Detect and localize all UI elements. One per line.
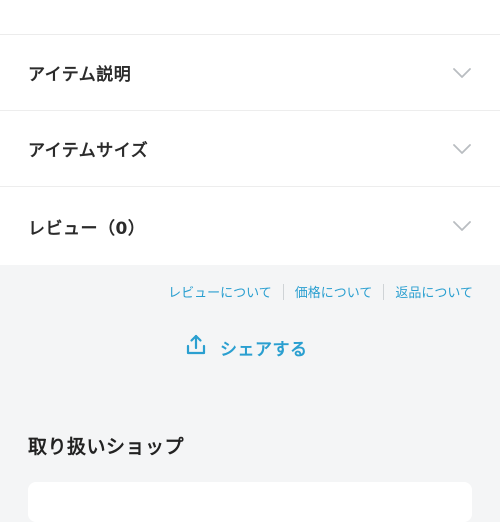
accordion-label: アイテムサイズ — [28, 141, 149, 161]
link-divider — [383, 283, 385, 300]
share-upload-icon — [184, 333, 208, 361]
item-details-accordion: アイテム説明 アイテムサイズ レビュー（0） — [0, 35, 500, 265]
accordion-label: レビュー（0） — [28, 218, 146, 239]
chevron-down-icon — [452, 143, 472, 155]
share-label: シェアする — [220, 339, 308, 360]
shop-section-heading: 取り扱いショップ — [28, 436, 185, 458]
share-button[interactable]: シェアする — [184, 333, 308, 361]
accordion-item-description[interactable]: アイテム説明 — [0, 35, 500, 111]
link-divider — [282, 283, 284, 300]
accordion-item-reviews[interactable]: レビュー（0） — [0, 187, 500, 265]
top-section-remnant — [0, 0, 500, 35]
accordion-label: アイテム説明 — [28, 65, 132, 85]
accordion-item-size[interactable]: アイテムサイズ — [0, 111, 500, 187]
return-policy-link[interactable]: 返品について — [395, 282, 473, 301]
shop-card[interactable] — [28, 482, 472, 522]
chevron-down-icon — [452, 67, 472, 79]
review-policy-link[interactable]: レビューについて — [168, 282, 272, 301]
policy-links: レビューについて 価格について 返品について — [168, 282, 473, 301]
price-policy-link[interactable]: 価格について — [295, 282, 373, 301]
chevron-down-icon — [452, 220, 472, 232]
